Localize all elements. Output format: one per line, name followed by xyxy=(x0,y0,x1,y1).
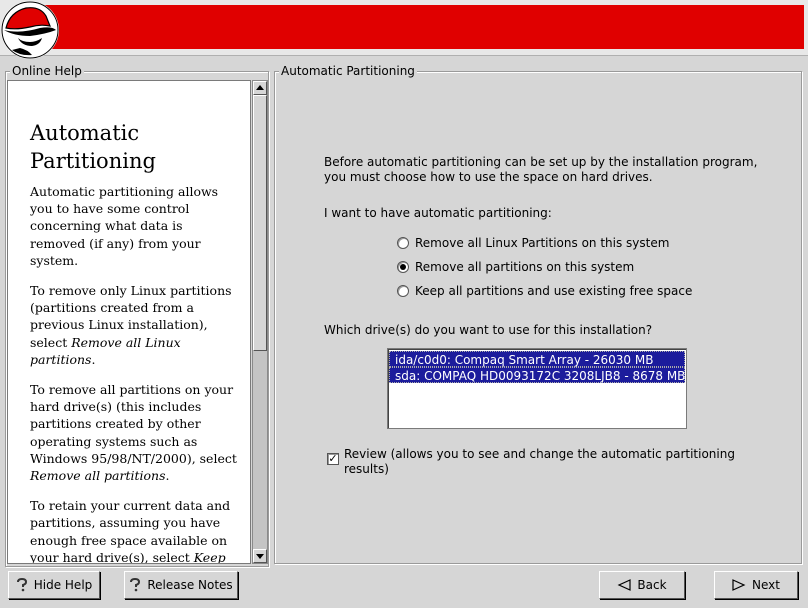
radio-button-selected[interactable] xyxy=(397,261,409,273)
intro-text-line-2: you must choose how to use the space on … xyxy=(324,170,653,184)
drive-item-sda[interactable]: sda: COMPAQ HD0093172C 3208LJB8 - 8678 M… xyxy=(389,367,685,383)
review-label-line-2: results) xyxy=(344,462,389,476)
help-text-pane: Automatic Partitioning Automatic partiti… xyxy=(7,80,251,564)
online-help-title: Online Help xyxy=(10,64,84,78)
option-remove-all[interactable]: Remove all partitions on this system xyxy=(397,259,634,275)
banner-red-bar xyxy=(26,5,804,49)
arrow-left-icon xyxy=(617,579,632,591)
help-paragraph-1: Automatic partitioning allows you to hav… xyxy=(30,184,219,268)
automatic-partitioning-panel: Automatic Partitioning xyxy=(274,64,802,564)
header-banner xyxy=(0,0,808,59)
option-label: Remove all partitions on this system xyxy=(415,259,635,274)
back-button[interactable]: Back xyxy=(599,571,685,599)
help-icon xyxy=(129,578,141,592)
help-paragraph-3: To remove all partitions on your hard dr… xyxy=(30,382,237,484)
help-paragraph-2: To remove only Linux partitions (partiti… xyxy=(30,283,232,367)
option-remove-linux[interactable]: Remove all Linux Partitions on this syst… xyxy=(397,235,669,251)
scroll-up-arrow-icon[interactable] xyxy=(253,81,267,95)
hide-help-button[interactable]: Hide Help xyxy=(8,571,100,599)
next-button[interactable]: Next xyxy=(714,571,798,599)
radio-button[interactable] xyxy=(397,285,409,297)
redhat-shadowman-logo xyxy=(1,1,59,59)
scroll-down-arrow-icon[interactable] xyxy=(253,549,267,563)
partitioning-question: I want to have automatic partitioning: xyxy=(324,206,552,220)
release-notes-button[interactable]: Release Notes xyxy=(124,571,238,599)
drive-item-ida[interactable]: ida/c0d0: Compaq Smart Array - 26030 MB xyxy=(389,351,685,367)
release-notes-label: Release Notes xyxy=(147,578,233,592)
hide-help-label: Hide Help xyxy=(33,578,93,592)
arrow-right-icon xyxy=(732,579,746,591)
help-paragraph-4: To retain your current data and partitio… xyxy=(30,498,231,564)
scroll-thumb[interactable] xyxy=(253,95,267,351)
online-help-panel: Online Help Automatic Partitioning Autom… xyxy=(5,64,269,567)
drives-question: Which drive(s) do you want to use for th… xyxy=(324,323,653,337)
panel-title: Automatic Partitioning xyxy=(279,64,417,78)
review-label-line-1: Review (allows you to see and change the… xyxy=(344,447,735,461)
option-keep-all[interactable]: Keep all partitions and use existing fre… xyxy=(397,283,692,299)
option-label: Remove all Linux Partitions on this syst… xyxy=(415,235,670,250)
radio-button[interactable] xyxy=(397,237,409,249)
back-label: Back xyxy=(637,578,667,592)
option-label: Keep all partitions and use existing fre… xyxy=(415,283,693,298)
intro-text-line-1: Before automatic partitioning can be set… xyxy=(324,155,758,169)
help-icon xyxy=(16,578,28,592)
review-checkbox[interactable]: ✓ xyxy=(327,453,339,465)
drive-list[interactable]: ida/c0d0: Compaq Smart Array - 26030 MB … xyxy=(387,348,687,429)
next-label: Next xyxy=(752,578,780,592)
help-heading: Automatic Partitioning xyxy=(30,121,156,173)
help-scrollbar[interactable] xyxy=(252,80,268,564)
